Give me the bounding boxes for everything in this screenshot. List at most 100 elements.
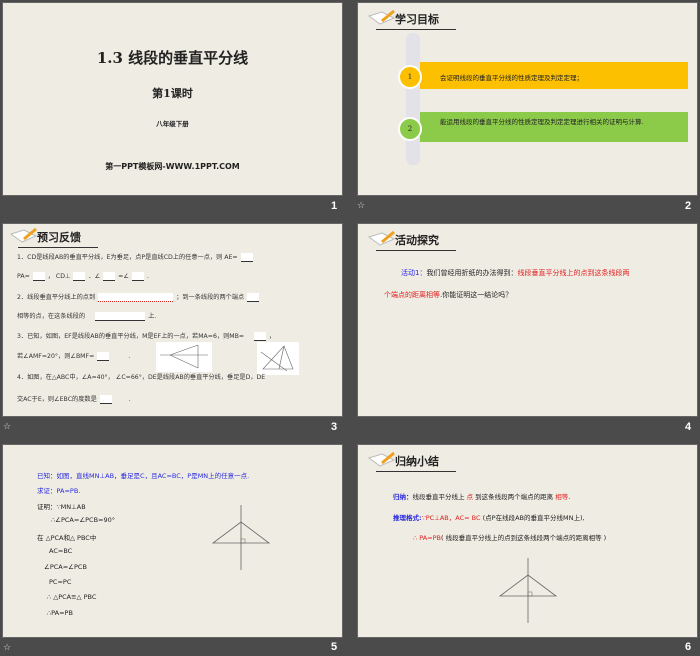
highlight-text: ∵PC⊥AB，AC= BC (421, 514, 481, 522)
answer-blank[interactable] (103, 271, 116, 281)
summary-line: 归纳：线段垂直平分线上 点 到这条线段两个端点的距离 相等. (393, 491, 570, 501)
question-text: ， CD⊥ (47, 273, 71, 280)
conclusion-line: ∴ PA=PB( 线段垂直平分线上的点到这条线段两个端点的距离相等 ) (413, 532, 606, 542)
activity-line-1: 活动1：我们曾经用折纸的办法得到：线段垂直平分线上的点到这条线段两 (401, 268, 629, 278)
slide-thumbnail-3[interactable]: 预习反馈 1．CD是线段AB的垂直平分线，E为垂足，点P是直线CD上的任意一点，… (3, 224, 342, 416)
proof-line: ∴ △PCA≌△ PBC (47, 593, 97, 601)
question-text: 若∠AMF=20°，则∠BMF= (17, 353, 95, 360)
slide-number: 2 (685, 200, 692, 212)
summary-text: . (568, 493, 571, 501)
slide-number: 4 (685, 421, 692, 433)
activity-text: .你能证明这一结论吗？ (440, 291, 513, 299)
book-pencil-icon (368, 452, 396, 467)
question-text: . (128, 396, 131, 403)
proof-line: 在 △PCA和△ PBC中 (37, 534, 97, 542)
question-text: PA= (17, 273, 30, 280)
answer-blank[interactable] (97, 351, 110, 361)
question-3-line-2: 若∠AMF=20°，则∠BMF=. (17, 351, 130, 361)
slide-title: 1.3 线段的垂直平分线 (96, 49, 249, 67)
question-text: ；到一条线段的两个端点 (176, 294, 245, 301)
proof-line: 证明：∵MN⊥AB (37, 503, 86, 511)
question-text: 上. (148, 313, 157, 320)
question-text: 4．如图，在△ABC中，∠A=40°， ∠C=66°，DE是线段AB的垂直平分线… (17, 374, 266, 381)
timeline-bar (406, 33, 420, 165)
highlight-text: 个端点的距离相等 (384, 291, 440, 299)
proof-line: AC=BC (49, 547, 73, 555)
question-4-line-2: 交AC于E，则∠EBC的度数是. (17, 394, 131, 404)
activity-label: 活动1： (401, 269, 427, 277)
answer-blank[interactable] (98, 292, 174, 302)
slide-thumbnail-2[interactable]: 学习目标 1 会证明线段的垂直平分线的性质定理及判定定理； 2 能运用线段的垂直… (358, 3, 697, 195)
activity-line-2: 个端点的距离相等.你能证明这一结论吗？ (384, 290, 512, 300)
format-label: 推理格式: (393, 514, 422, 522)
summary-text: 线段垂直平分线上 (412, 493, 465, 501)
slide-thumbnail-4[interactable]: 活动探究 活动1：我们曾经用折纸的办法得到：线段垂直平分线上的点到这条线段两 个… (358, 224, 697, 416)
format-text: (点P在线段AB的垂直平分线MN上), (482, 514, 585, 522)
figure-triangle-abc (257, 342, 299, 375)
proof-line: ∴PA=PB (47, 609, 73, 617)
summary-text: 到这条线段两个端点的距离 (475, 493, 554, 501)
answer-blank[interactable] (99, 394, 112, 404)
figure-perpendicular-bisector (211, 505, 271, 570)
question-4-line-1: 4．如图，在△ABC中，∠A=40°， ∠C=66°，DE是线段AB的垂直平分线… (17, 372, 265, 381)
slide-subtitle: 第1课时 (152, 87, 193, 100)
section-header: 学习目标 (368, 8, 458, 30)
answer-blank[interactable] (95, 311, 146, 321)
proof-line: ∴∠PCA=∠PCB=90° (51, 516, 116, 524)
question-text: 2．线段垂直平分线上的点到 (17, 294, 96, 301)
slide-thumbnail-5[interactable]: 已知：如图，直线MN⊥AB，垂足是C，且AC=BC，P是MN上的任意一点. 求证… (3, 445, 342, 637)
section-header: 预习反馈 (10, 226, 100, 248)
question-text: 3．已知，如图，EF是线段AB的垂直平分线，M是EF上的一点，若MA=6，则MB… (17, 333, 245, 340)
figure-ef-ab (156, 342, 212, 372)
answer-blank[interactable] (73, 271, 86, 281)
activity-text: 我们曾经用折纸的办法得到： (426, 269, 518, 277)
slide-number: 5 (331, 641, 338, 653)
goal-text-2: 能运用线段的垂直平分线的性质定理及判定定理进行相关的证明与计算. (440, 118, 644, 126)
conclusion-text: ( 线段垂直平分线上的点到这条线段两个端点的距离相等 ) (440, 534, 607, 542)
question-text: =∠ (118, 273, 129, 280)
section-title: 学习目标 (395, 13, 439, 26)
highlight-text: 线段垂直平分线上的点到这条线段两 (517, 269, 630, 277)
proof-line: ∠PCA=∠PCB (44, 563, 87, 571)
format-line: 推理格式:∵PC⊥AB，AC= BC (点P在线段AB的垂直平分线MN上), (393, 512, 585, 522)
section-header: 活动探究 (368, 229, 458, 251)
slide-thumbnail-1[interactable]: 1.3 线段的垂直平分线 第1课时 八年级下册 第一PPT模板网-WWW.1PP… (3, 3, 342, 195)
goal-number: 2 (407, 125, 413, 133)
star-icon[interactable]: ☆ (3, 422, 11, 432)
star-icon[interactable]: ☆ (3, 643, 11, 653)
slide-number: 6 (685, 641, 692, 653)
highlight-text: 点 (466, 493, 474, 501)
goal-index-1: 1 (398, 65, 422, 89)
question-text: 1．CD是线段AB的垂直平分线，E为垂足，点P是直线CD上的任意一点，则 AE= (17, 254, 238, 261)
slide-number: 1 (331, 200, 338, 212)
question-1-line-2: PA= ， CD⊥ ．∠ =∠. (17, 271, 149, 281)
section-header: 归纳小结 (368, 450, 458, 472)
answer-blank[interactable] (131, 271, 144, 281)
slide-thumbnail-6[interactable]: 归纳小结 归纳：线段垂直平分线上 点 到这条线段两个端点的距离 相等. 推理格式… (358, 445, 697, 637)
answer-blank[interactable] (254, 331, 267, 341)
goal-number: 1 (407, 73, 413, 81)
highlight-text: ∴ PA=PB (413, 534, 441, 542)
slide-number: 3 (331, 421, 338, 433)
highlight-text: 相等 (555, 493, 569, 501)
question-text: 交AC于E，则∠EBC的度数是 (17, 396, 97, 403)
question-3-line-1: 3．已知，如图，EF是线段AB的垂直平分线，M是EF上的一点，若MA=6，则MB… (17, 331, 275, 341)
question-1-line-1: 1．CD是线段AB的垂直平分线，E为垂足，点P是直线CD上的任意一点，则 AE= (17, 252, 256, 262)
goal-text-1: 会证明线段的垂直平分线的性质定理及判定定理； (440, 74, 583, 82)
book-pencil-icon (368, 231, 396, 246)
answer-blank[interactable] (247, 292, 260, 302)
given-text: 已知：如图，直线MN⊥AB，垂足是C，且AC=BC，P是MN上的任意一点. (37, 472, 250, 480)
site-label: 第一PPT模板网-WWW.1PPT.COM (105, 162, 240, 171)
section-title: 预习反馈 (37, 231, 81, 244)
question-text: ．∠ (88, 273, 101, 280)
section-title: 归纳小结 (395, 455, 439, 468)
prove-text: 求证：PA=PB. (37, 487, 81, 495)
star-icon[interactable]: ☆ (357, 201, 365, 211)
question-2-line-1: 2．线段垂直平分线上的点到 ；到一条线段的两个端点 (17, 292, 262, 302)
book-pencil-icon (10, 228, 38, 243)
figure-perpendicular-bisector (498, 558, 558, 623)
question-text: . (146, 273, 149, 280)
answer-blank[interactable] (32, 271, 45, 281)
question-text: 相等的点，在这条线段的 (17, 313, 86, 320)
answer-blank[interactable] (240, 252, 253, 262)
